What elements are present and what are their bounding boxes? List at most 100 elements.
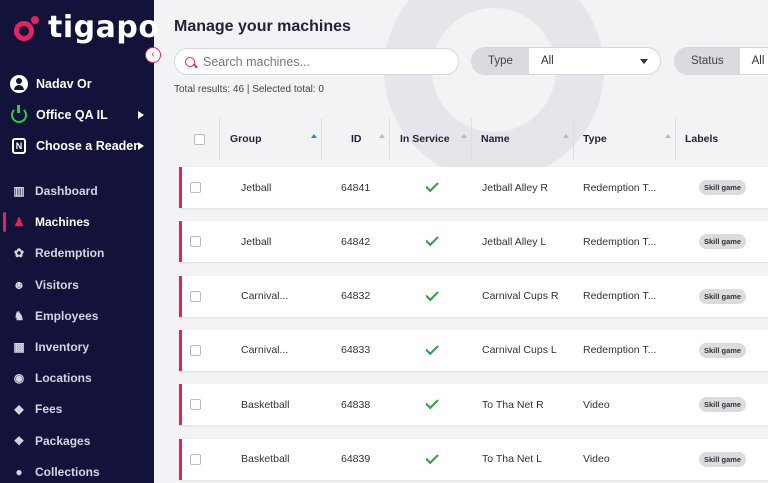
column-label: Name [481,133,510,145]
cell-name: Carnival Cups R [482,290,559,303]
row-select-cell [190,330,214,371]
check-icon [426,450,439,464]
sidebar-item-redemption[interactable]: ✿ Redemption [0,240,154,266]
cell-id: 64841 [341,181,371,194]
chevron-down-icon [640,58,648,64]
row-select-cell [190,439,214,480]
search-input[interactable] [203,54,443,69]
select-all-checkbox[interactable] [194,133,205,145]
sidebar-item-packages[interactable]: ❖ Packages [0,428,154,454]
table-row[interactable]: Jetball 64842 Jetball Alley L Redemption T.… [179,221,768,263]
cell-group: Jetball [241,181,272,194]
chevron-right-icon[interactable] [138,111,144,119]
cell-type: Redemption T... [583,344,657,357]
bar-chart-icon: ▥ [13,184,25,198]
gift-icon: ✿ [13,246,25,261]
sidebar-item-visitors[interactable]: ☻ Visitors [0,272,154,298]
logo-icon [14,15,40,41]
column-type[interactable]: Type [574,118,676,160]
check-icon [426,233,439,247]
sidebar-item-label: Packages [35,433,91,448]
type-filter[interactable]: Type All [471,47,661,75]
inventory-icon: ▦ [13,340,25,354]
check-icon [426,287,439,301]
cell-type: Video [583,453,610,465]
sort-icon [563,134,569,138]
label-badge: Skill game [699,342,747,358]
sidebar-item-label: Dashboard [35,184,98,198]
sidebar-item-label: Inventory [35,340,90,354]
label-badge: Skill game [699,288,747,304]
collapse-sidebar-button[interactable]: ‹ [145,47,161,63]
reader-selector[interactable]: N Choose a Reader [10,137,138,155]
sidebar-item-inventory[interactable]: ▦ Inventory [0,334,154,360]
sidebar-item-label: Locations [35,371,92,386]
row-checkbox[interactable] [190,344,201,356]
column-label: ID [351,133,362,145]
cell-type: Video [583,398,610,411]
column-labels[interactable]: Labels [676,118,768,160]
column-group[interactable]: Group [220,118,322,160]
page-title: Manage your machines [174,18,351,35]
row-checkbox[interactable] [190,182,201,193]
table-row[interactable]: Carnival... 64833 Carnival Cups L Redemptio… [179,329,768,371]
cell-id: 64838 [341,398,371,411]
table-row[interactable]: Basketball 64839 To Tha Net L Video Skill ga… [179,438,768,480]
row-checkbox[interactable] [190,399,201,411]
sort-icon [461,134,467,138]
cell-in-service [426,330,456,371]
column-label: Labels [685,133,719,145]
row-checkbox[interactable] [190,236,201,248]
app-logo[interactable]: tigapo [14,10,159,45]
sort-icon [379,134,385,138]
cell-type: Redemption T... [583,181,657,194]
check-icon [426,178,439,193]
user-icon: ♟ [13,215,25,230]
sidebar-item-label: Collections [35,464,100,479]
status-filter[interactable]: Status All [674,47,768,75]
column-in-service[interactable]: In Service [390,118,472,160]
cell-group: Carnival... [241,290,289,303]
site-selector[interactable]: Office QA IL [10,105,108,124]
cell-group: Basketball [241,398,290,411]
cell-group: Jetball [241,235,272,248]
cell-id: 64839 [341,453,371,465]
cell-type: Redemption T... [583,235,657,248]
table-row[interactable]: Jetball 64841 Jetball Alley R Redemption T.… [179,167,768,208]
status-filter-label: Status [675,48,740,74]
table-row[interactable]: Basketball 64838 To Tha Net R Video Skill ga… [179,384,768,426]
row-checkbox[interactable] [190,453,201,465]
type-filter-label: Type [472,48,529,74]
search-box[interactable] [174,48,459,75]
sidebar-item-locations[interactable]: ◉ Locations [0,365,154,391]
table-row[interactable]: Carnival... 64832 Carnival Cups R Redemptio… [179,275,768,317]
row-select-cell [190,167,214,208]
cell-type: Redemption T... [583,290,657,303]
column-name[interactable]: Name [472,118,574,160]
cell-name: To Tha Net R [482,398,544,411]
sort-icon [665,134,671,138]
user-menu[interactable]: Nadav Or [10,75,92,93]
site-name: Office QA IL [36,108,108,122]
sidebar-item-label: Machines [35,215,90,230]
sidebar: tigapo Nadav Or Office QA IL N Choose a … [0,0,159,483]
sidebar-item-employees[interactable]: ♞ Employees [0,303,154,329]
row-checkbox[interactable] [190,290,201,302]
check-icon [426,395,439,410]
sidebar-item-machines[interactable]: ♟ Machines [0,209,154,235]
cell-labels: Skill game [699,167,768,208]
column-id[interactable]: ID [322,118,390,160]
label-badge: Skill game [699,234,747,250]
cell-labels: Skill game [699,330,768,371]
column-label: Type [583,133,607,145]
group-icon: ☻ [12,277,26,292]
label-badge: Skill game [699,451,747,467]
sidebar-item-dashboard[interactable]: ▥ Dashboard [0,178,154,204]
cell-group: Carnival... [241,344,289,357]
power-icon [10,105,28,124]
chevron-right-icon[interactable] [138,142,144,150]
sort-asc-icon [311,134,317,138]
label-badge: Skill game [699,397,747,413]
sidebar-item-fees[interactable]: ◆ Fees [0,396,154,422]
sidebar-item-collections[interactable]: ● Collections [0,459,154,483]
